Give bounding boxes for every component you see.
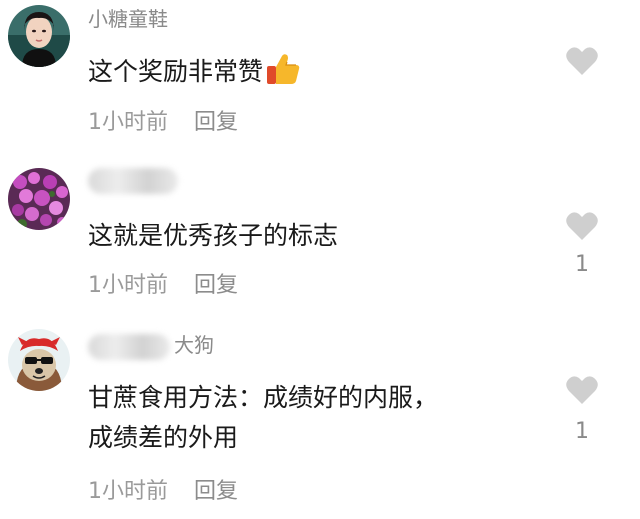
- username[interactable]: 大狗: [88, 329, 214, 360]
- reply-button[interactable]: 回复: [194, 110, 238, 135]
- timestamp: 1小时前: [88, 479, 168, 504]
- avatar-woman-icon: [8, 5, 70, 67]
- avatar-dog-icon: [8, 329, 70, 391]
- comment-item-3: 大狗 甘蔗食用方法：成绩好的内服， 成绩差的外用 1小时前 回复 1: [0, 315, 640, 519]
- comment-text: 甘蔗食用方法：成绩好的内服， 成绩差的外用: [88, 383, 439, 452]
- like-button[interactable]: [565, 211, 599, 241]
- thumbs-up-emoji-icon: [265, 52, 301, 98]
- reply-button[interactable]: 回复: [194, 479, 238, 504]
- comment-meta: 1小时前 回复: [88, 267, 238, 299]
- avatar[interactable]: [8, 168, 70, 230]
- avatar-flowers-icon: [8, 168, 70, 230]
- avatar[interactable]: [8, 5, 70, 67]
- comment-text: 这就是优秀孩子的标志: [88, 221, 339, 250]
- username-redacted: [88, 333, 170, 360]
- like-count: 1: [575, 252, 589, 277]
- username[interactable]: 小糖童鞋: [88, 3, 168, 32]
- like-button[interactable]: [565, 46, 599, 76]
- timestamp: 1小时前: [88, 110, 168, 135]
- heart-icon: [566, 47, 598, 75]
- username[interactable]: [88, 167, 182, 194]
- heart-icon: [566, 376, 598, 404]
- username-redacted: [88, 167, 178, 194]
- avatar[interactable]: [8, 329, 70, 391]
- comment-item-1: 小糖童鞋 这个奖励非常赞 1小时前 回复: [0, 0, 640, 150]
- timestamp: 1小时前: [88, 273, 168, 298]
- like-count: 1: [575, 419, 589, 444]
- heart-icon: [566, 212, 598, 240]
- like-button[interactable]: [565, 375, 599, 405]
- comment-item-2: 这就是优秀孩子的标志 1小时前 回复 1: [0, 150, 640, 315]
- reply-button[interactable]: 回复: [194, 273, 238, 298]
- comment-text: 这个奖励非常赞: [88, 52, 301, 98]
- comment-meta: 1小时前 回复: [88, 473, 238, 505]
- comment-meta: 1小时前 回复: [88, 104, 238, 136]
